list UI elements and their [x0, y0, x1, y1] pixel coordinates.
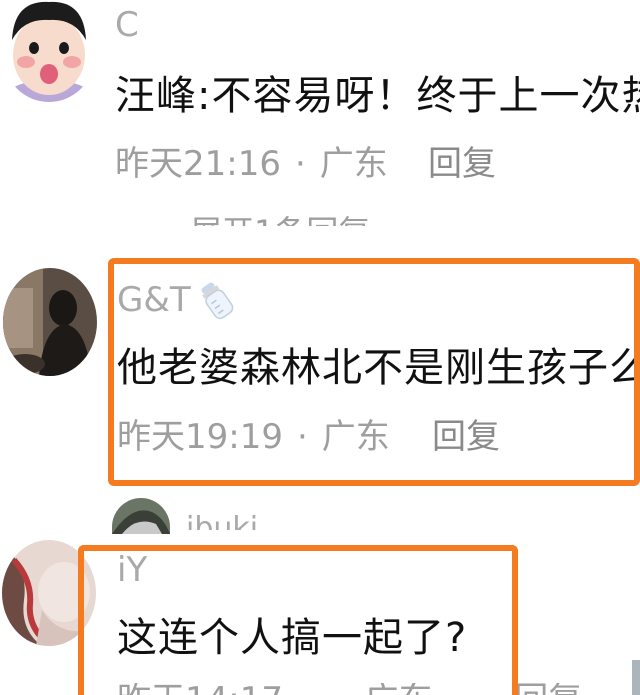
comment-username[interactable]: C — [115, 8, 139, 42]
highlight-box — [108, 258, 640, 486]
avatar-photo — [3, 268, 97, 376]
avatar-illustration — [4, 0, 94, 102]
meta-separator: · — [294, 144, 306, 184]
avatar[interactable] — [4, 0, 94, 102]
edge-watermark — [632, 660, 640, 695]
highlight-box — [78, 545, 518, 695]
comment-time: 昨天21:16 — [115, 144, 281, 184]
comment-location: 广东 — [319, 144, 388, 184]
avatar-photo — [112, 498, 170, 534]
reply-button[interactable]: 回复 — [428, 147, 496, 181]
reply-button[interactable]: 回复 — [514, 683, 582, 695]
expand-replies-link[interactable]: 展开1条回复 — [190, 212, 390, 226]
comment-text: 汪峰:不容易呀！终于上一次热 — [115, 73, 640, 119]
sub-reply-username[interactable]: ibuki — [186, 510, 276, 531]
avatar[interactable] — [112, 498, 170, 534]
comment-meta: 昨天21:16 · 广东 — [115, 147, 388, 181]
avatar[interactable] — [3, 268, 97, 376]
